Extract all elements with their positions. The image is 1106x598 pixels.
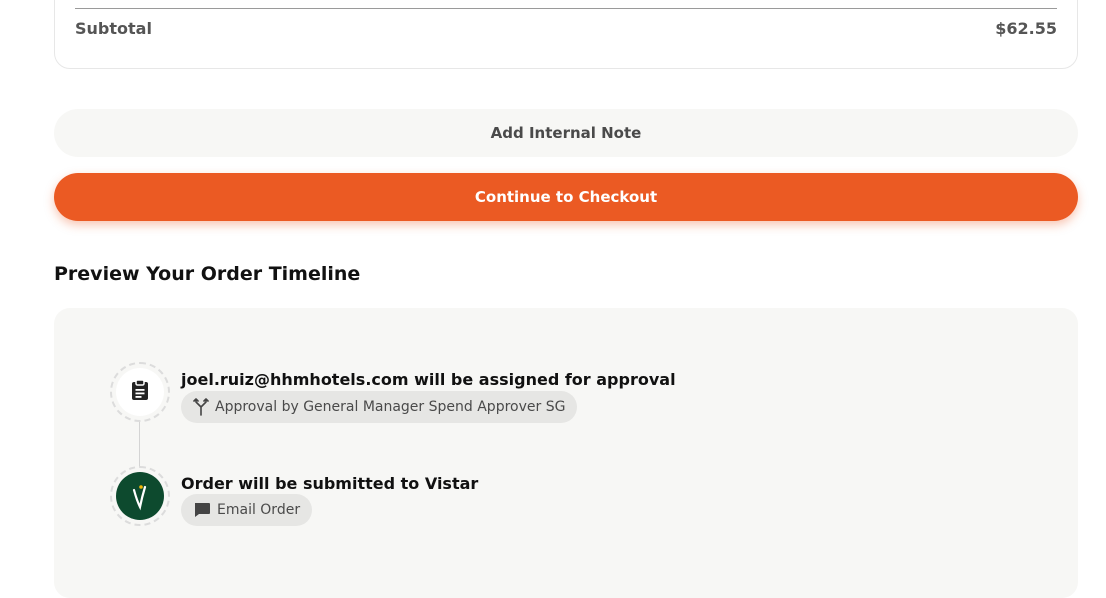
order-method-label: Email Order: [217, 502, 301, 518]
chat-bubble-icon: [193, 502, 211, 518]
order-summary-card: Subtotal $62.55: [54, 0, 1078, 69]
approval-step-text: joel.ruiz@hhmhotels.com will be assigned…: [181, 370, 676, 389]
clipboard-icon: [130, 379, 150, 405]
fork-icon: [193, 398, 209, 416]
order-timeline-panel: joel.ruiz@hhmhotels.com will be assigned…: [54, 308, 1078, 598]
timeline-title: Preview Your Order Timeline: [54, 263, 361, 285]
subtotal-label: Subtotal: [75, 19, 152, 38]
vistar-logo: [116, 472, 164, 520]
continue-to-checkout-button[interactable]: Continue to Checkout: [54, 173, 1078, 221]
approval-rule-badge: Approval by General Manager Spend Approv…: [181, 391, 578, 423]
vendor-step-text: Order will be submitted to Vistar: [181, 474, 479, 493]
subtotal-value: $62.55: [995, 19, 1057, 38]
add-internal-note-button[interactable]: Add Internal Note: [54, 109, 1078, 157]
vendor-step-marker: [110, 466, 170, 526]
timeline-connector: [139, 421, 140, 467]
summary-divider: [75, 8, 1057, 9]
approval-rule-label: Approval by General Manager Spend Approv…: [215, 399, 566, 415]
order-method-badge: Email Order: [181, 494, 313, 526]
approval-step-marker: [110, 362, 170, 422]
